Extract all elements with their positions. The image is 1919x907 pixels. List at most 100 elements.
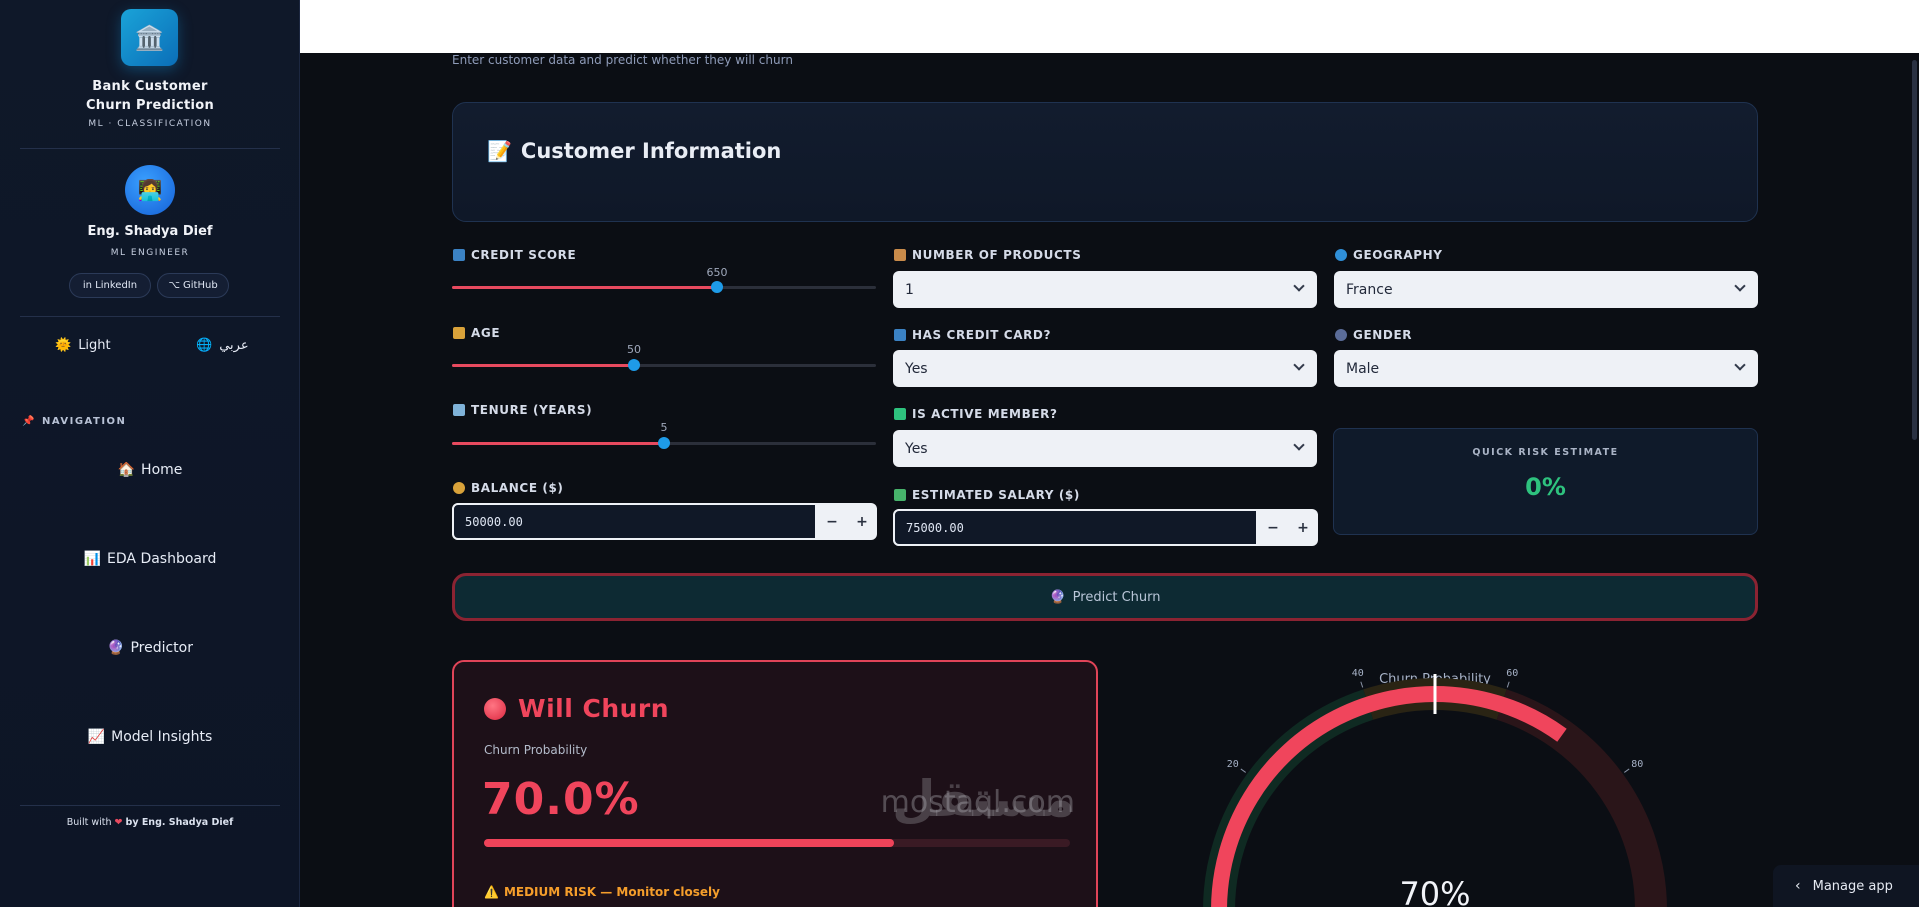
increment-button[interactable]: + [1288,509,1318,546]
balance-label: BALANCE ($) [453,481,564,495]
balance-field[interactable]: 50000.00 [452,503,817,540]
section-title: 📝 Customer Information [487,139,781,163]
age-slider[interactable] [452,359,876,371]
result-title: Will Churn [484,694,669,723]
is-active-label-text: IS ACTIVE MEMBER? [912,407,1058,421]
gender-value: Male [1346,360,1380,377]
gauge-svg: 20 40 60 80 [1203,668,1667,907]
tenure-value: 5 [660,421,668,434]
chevron-down-icon [1293,280,1305,292]
gender-label-text: GENDER [1353,328,1413,342]
salary-field[interactable]: 75000.00 [893,509,1258,546]
crystal-ball-icon: 🔮 [107,640,125,656]
credit-card-icon [894,329,906,341]
is-active-label: IS ACTIVE MEMBER? [894,407,1058,421]
salary-label: ESTIMATED SALARY ($) [894,488,1080,502]
balance-input[interactable]: 50000.00 − + [452,503,877,540]
chevron-down-icon [1293,439,1305,451]
checkbox-icon [894,408,906,420]
user-icon: 👩‍💻 [137,178,163,202]
geography-value: France [1346,281,1393,298]
slider-thumb[interactable] [658,437,670,449]
gauge-tick-label: 60 [1506,668,1518,679]
result-title-text: Will Churn [518,694,670,723]
tenure-label: TENURE (YEARS) [453,403,592,417]
result-subtitle: Churn Probability [484,743,588,757]
churn-gauge: Churn Probability 20 40 60 80 70% [1160,660,1720,907]
github-button[interactable]: ⌥ GitHub [157,273,229,298]
salary-input[interactable]: 75000.00 − + [893,509,1318,546]
quick-risk-title: QUICK RISK ESTIMATE [1472,447,1619,458]
nav-item-eda-dashboard[interactable]: 📊 EDA Dashboard [20,539,280,579]
memo-icon: 📝 [487,139,512,163]
slider-fill [452,286,717,289]
money-bag-icon [453,482,465,494]
nav-item-home[interactable]: 🏠 Home [20,450,280,490]
is-active-select[interactable]: Yes [893,430,1317,467]
increment-button[interactable]: + [847,503,877,540]
has-credit-card-label: HAS CREDIT CARD? [894,328,1051,342]
credit-card-icon [453,249,465,261]
num-products-value: 1 [905,281,914,298]
nav-label-text: NAVIGATION [41,416,127,427]
brand-title-line2: Churn Prediction [85,98,215,113]
balance-label-text: BALANCE ($) [471,481,564,495]
geography-select[interactable]: France [1334,271,1758,308]
sidebar: 🏛️ Bank Customer Churn Prediction ML · C… [0,0,300,907]
sidebar-footer: Built with ❤ by Eng. Shadya Dief [20,817,280,828]
geography-label: GEOGRAPHY [1335,248,1443,262]
customer-info-card: 📝 Customer Information [452,102,1758,222]
credit-score-slider[interactable] [452,281,876,293]
globe-icon [1335,249,1347,261]
top-header-bar [300,0,1919,53]
manage-app-label: Manage app [1812,878,1893,894]
footer-suffix: by Eng. Shadya Dief [125,817,234,828]
author-name: Eng. Shadya Dief [87,224,213,239]
nav-item-label: Predictor [130,640,193,656]
nav-item-label: Model Insights [111,729,213,745]
tenure-slider[interactable] [452,437,876,449]
slider-thumb[interactable] [711,281,723,293]
nav-section-label: 📌 NAVIGATION [22,416,126,427]
nav-item-label: Home [141,462,183,478]
section-title-text: Customer Information [520,139,782,163]
brand-subtitle: ML · CLASSIFICATION [88,119,212,129]
manage-app-button[interactable]: ‹ Manage app [1773,865,1919,907]
trend-chart-icon: 📈 [87,729,106,745]
nav-item-predictor[interactable]: 🔮 Predictor [20,628,280,668]
probability-bar [484,839,1070,847]
has-credit-card-value: Yes [905,360,928,377]
gauge-tick [1360,681,1364,688]
brand-title-line1: Bank Customer [92,79,208,94]
linkedin-button[interactable]: in LinkedIn [69,273,151,298]
age-value: 50 [627,343,641,356]
chevron-left-icon: ‹ [1795,878,1801,894]
has-credit-card-select[interactable]: Yes [893,350,1317,387]
gauge-tick [1624,768,1630,773]
has-credit-card-label-text: HAS CREDIT CARD? [912,328,1052,342]
slider-thumb[interactable] [628,359,640,371]
gender-select[interactable]: Male [1334,350,1758,387]
decrement-button[interactable]: − [1258,509,1288,546]
is-active-value: Yes [905,440,928,457]
num-products-label: NUMBER OF PRODUCTS [894,248,1081,262]
warning-icon: ⚠️ [484,885,499,899]
bank-logo: 🏛️ [121,9,178,66]
predict-churn-button[interactable]: 🔮 Predict Churn [452,573,1758,621]
num-products-select[interactable]: 1 [893,271,1317,308]
theme-toggle[interactable]: 🌞 Light [55,338,111,353]
divider [20,316,280,317]
quick-risk-value: 0% [1525,473,1566,501]
database-icon [453,404,465,416]
decrement-button[interactable]: − [817,503,847,540]
language-toggle[interactable]: 🌐 عربي [196,338,249,353]
nav-item-model-insights[interactable]: 📈 Model Insights [20,717,280,757]
gauge-tick [1240,768,1246,773]
crystal-ball-icon: 🔮 [1049,589,1066,605]
theme-toggle-label: Light [78,338,111,353]
scrollbar[interactable] [1912,60,1917,440]
gauge-tick-label: 80 [1631,759,1643,770]
footer-prefix: Built with [66,817,112,828]
red-circle-icon [484,697,506,720]
tenure-label-text: TENURE (YEARS) [471,403,593,417]
